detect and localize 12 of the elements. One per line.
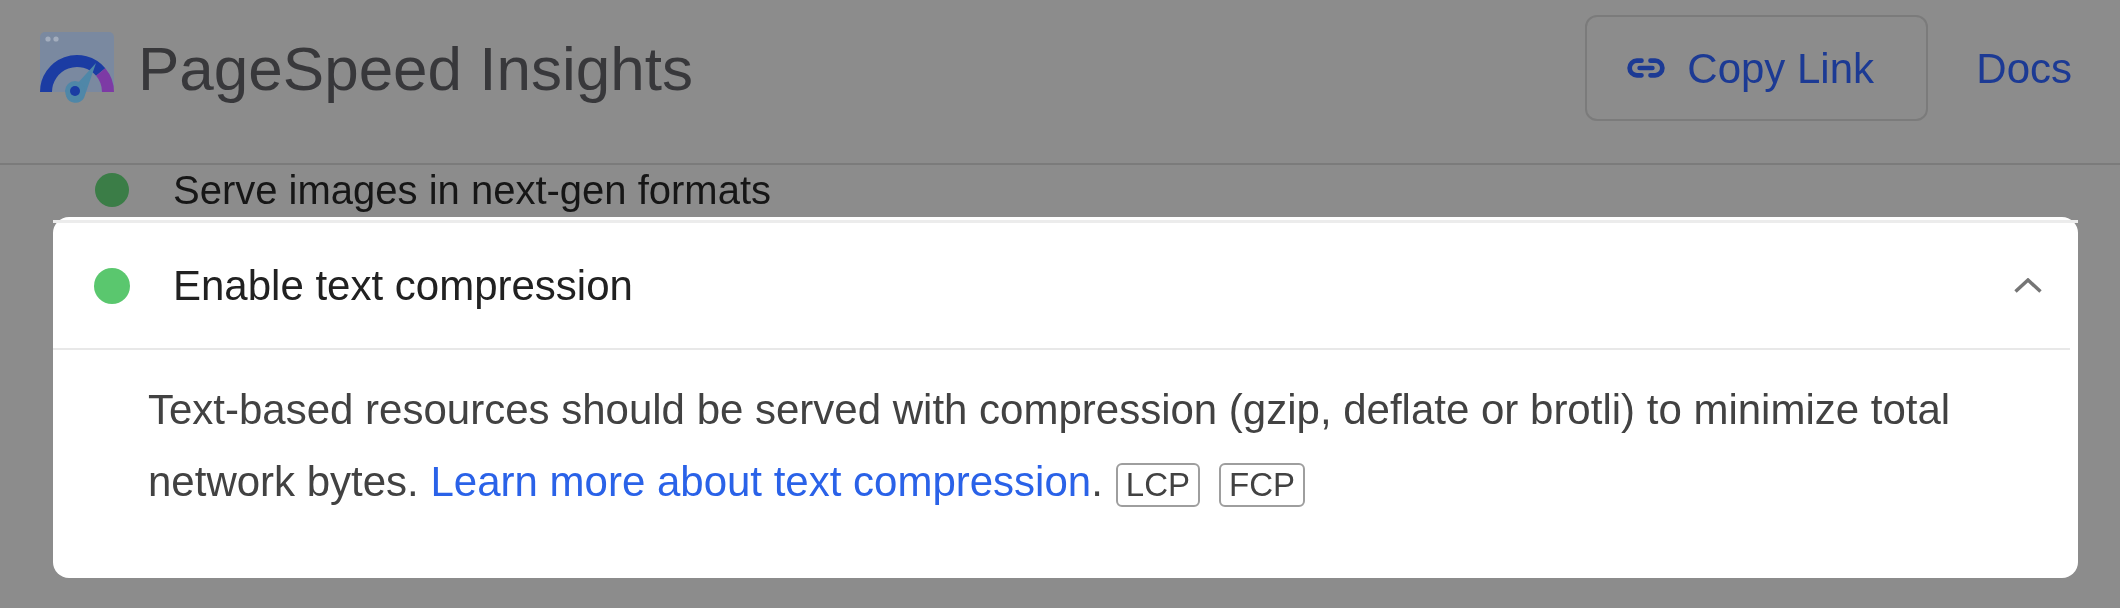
link-icon [1626,58,1667,78]
metric-tag: LCP [1115,463,1201,507]
learn-more-link[interactable]: Learn more about text compression [430,458,1092,505]
audit-title[interactable]: Serve images in next-gen formats [173,166,772,214]
audit-title[interactable]: Enable text compression [173,254,633,317]
docs-link[interactable]: Docs [1976,36,2072,100]
app-title: PageSpeed Insights [138,32,693,105]
metric-tag: FCP [1219,463,1306,507]
copy-link-button[interactable]: Copy Link [1585,15,1929,121]
audit-description: Text-based resources should be served with compression (gzip, deflate or brotli) to minimize total network bytes. Learn more about text compression. LCP FCP [148,386,1951,505]
gauge-logo-icon [40,32,114,104]
chevron-up-icon[interactable] [2014,278,2042,293]
